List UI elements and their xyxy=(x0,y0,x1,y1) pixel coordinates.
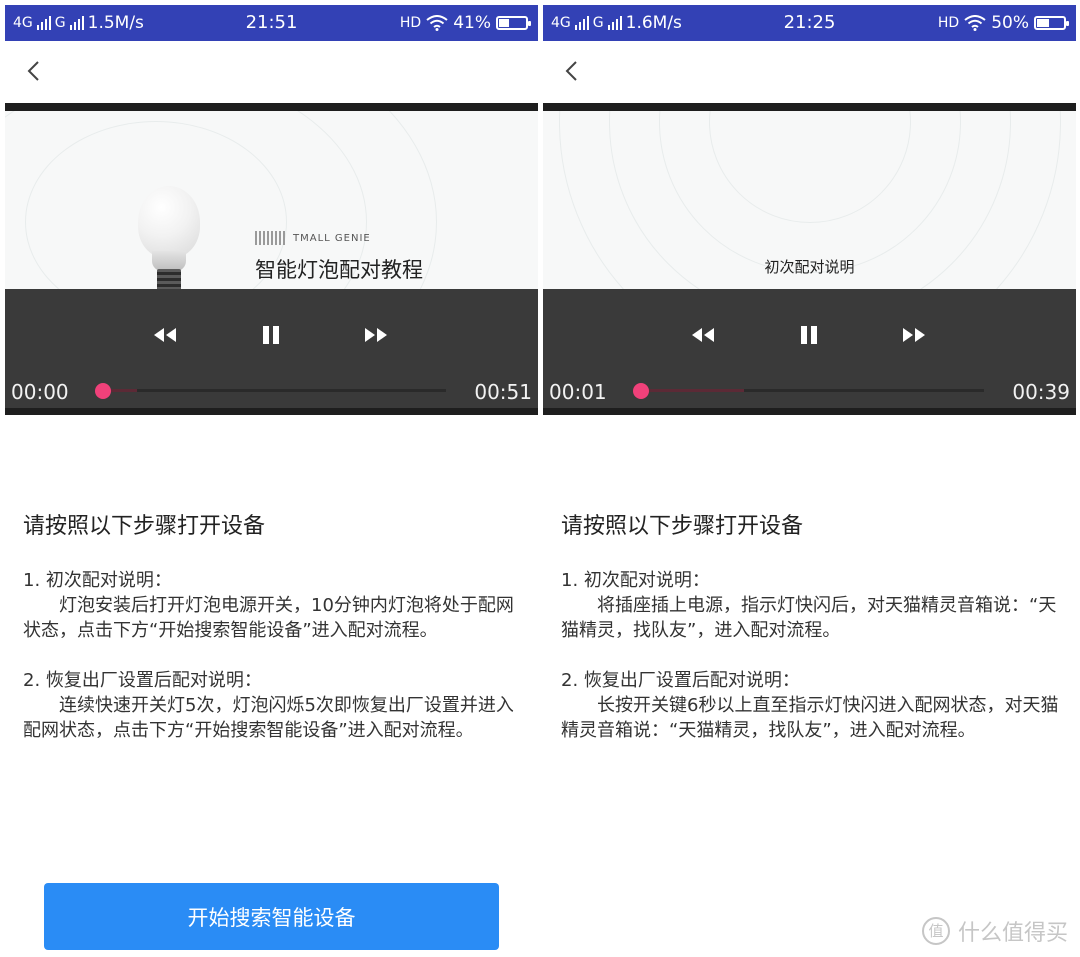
video-player[interactable]: TMALL GENIE 智能灯泡配对教程 00:00 00:51 xyxy=(5,103,538,415)
step-title: 1. 初次配对说明： xyxy=(23,570,172,591)
light-bulb-image xyxy=(138,186,200,258)
back-icon xyxy=(27,61,39,81)
duration: 00:51 xyxy=(474,380,532,404)
step-body: 连续快速开关灯5次，灯泡闪烁5次即恢复出厂设置并进入配网状态，点击下方“开始搜索… xyxy=(23,695,514,741)
rewind-icon xyxy=(154,328,176,342)
pause-icon xyxy=(801,326,817,344)
hd-badge: HD xyxy=(399,15,422,31)
right-screen: 4G G 1.6M/s 21:25 HD 50% 初次配对说明 00:01 00… xyxy=(543,0,1076,957)
system-indicators: HD 50% xyxy=(937,13,1069,33)
step-body: 灯泡安装后打开灯泡电源开关，10分钟内灯泡将处于配网状态，点击下方“开始搜索智能… xyxy=(23,595,514,641)
buffered-bar xyxy=(641,389,744,392)
navigation-bar xyxy=(5,41,538,103)
seek-handle[interactable] xyxy=(95,383,111,399)
instructions-list: 1. 初次配对说明： 将插座插上电源，指示灯快闪后，对天猫精灵音箱说：“天猫精灵… xyxy=(561,568,1061,768)
duration: 00:39 xyxy=(1012,380,1070,404)
watermark-logo-icon: 值 xyxy=(921,917,950,945)
watermark: 值 什么值得买 xyxy=(921,915,1068,947)
rewind-button[interactable] xyxy=(689,323,719,347)
step-title: 2. 恢复出厂设置后配对说明： xyxy=(561,670,800,691)
battery-icon xyxy=(1034,16,1069,30)
fast-forward-button[interactable] xyxy=(362,323,392,347)
video-frame: TMALL GENIE 智能灯泡配对教程 xyxy=(5,111,538,289)
instructions-heading: 请按照以下步骤打开设备 xyxy=(23,514,266,539)
back-icon xyxy=(565,61,577,81)
hd-badge: HD xyxy=(937,15,960,31)
system-indicators: HD 41% xyxy=(399,13,531,33)
pause-button[interactable] xyxy=(257,323,287,347)
status-bar: 4G G 1.5M/s 21:51 HD 41% xyxy=(5,5,538,41)
left-screen: 4G G 1.5M/s 21:51 HD 41% TMALL GENIE 智能灯… xyxy=(5,0,538,957)
battery-icon xyxy=(496,16,531,30)
watermark-text: 什么值得买 xyxy=(957,921,1068,946)
wifi-icon xyxy=(426,15,448,31)
video-title: 初次配对说明 xyxy=(764,258,855,276)
step-title: 2. 恢复出厂设置后配对说明： xyxy=(23,670,262,691)
battery-percent: 41% xyxy=(453,13,491,33)
fast-forward-button[interactable] xyxy=(900,323,930,347)
seek-handle[interactable] xyxy=(633,383,649,399)
playback-controls: 00:00 00:51 xyxy=(5,289,538,408)
rewind-icon xyxy=(692,328,714,342)
status-bar: 4G G 1.6M/s 21:25 HD 50% xyxy=(543,5,1076,41)
back-button[interactable] xyxy=(23,59,47,83)
start-search-button[interactable]: 开始搜索智能设备 xyxy=(44,883,499,950)
playback-controls: 00:01 00:39 xyxy=(543,289,1076,408)
current-time: 00:00 xyxy=(11,380,69,404)
list-item: 2. 恢复出厂设置后配对说明： 连续快速开关灯5次，灯泡闪烁5次即恢复出厂设置并… xyxy=(23,668,523,743)
tmall-genie-logo-icon xyxy=(255,231,287,245)
list-item: 1. 初次配对说明： 灯泡安装后打开灯泡电源开关，10分钟内灯泡将处于配网状态，… xyxy=(23,568,523,643)
navigation-bar xyxy=(543,41,1076,103)
instructions-heading: 请按照以下步骤打开设备 xyxy=(561,514,804,539)
fast-forward-icon xyxy=(365,328,387,342)
video-frame: 初次配对说明 xyxy=(543,111,1076,289)
pause-icon xyxy=(263,326,279,344)
current-time: 00:01 xyxy=(549,380,607,404)
rewind-button[interactable] xyxy=(151,323,181,347)
seek-bar[interactable] xyxy=(641,389,984,392)
brand-logo: TMALL GENIE xyxy=(255,231,371,245)
step-body: 将插座插上电源，指示灯快闪后，对天猫精灵音箱说：“天猫精灵，找队友”，进入配对流… xyxy=(561,595,1057,641)
pause-button[interactable] xyxy=(795,323,825,347)
step-body: 长按开关键6秒以上直至指示灯快闪进入配网状态，对天猫精灵音箱说：“天猫精灵，找队… xyxy=(561,695,1059,741)
instructions-list: 1. 初次配对说明： 灯泡安装后打开灯泡电源开关，10分钟内灯泡将处于配网状态，… xyxy=(23,568,523,768)
list-item: 2. 恢复出厂设置后配对说明： 长按开关键6秒以上直至指示灯快闪进入配网状态，对… xyxy=(561,668,1061,743)
brand-name: TMALL GENIE xyxy=(293,232,371,244)
fast-forward-icon xyxy=(903,328,925,342)
wifi-icon xyxy=(964,15,986,31)
battery-percent: 50% xyxy=(991,13,1029,33)
video-title: 智能灯泡配对教程 xyxy=(255,258,423,282)
list-item: 1. 初次配对说明： 将插座插上电源，指示灯快闪后，对天猫精灵音箱说：“天猫精灵… xyxy=(561,568,1061,643)
back-button[interactable] xyxy=(561,59,585,83)
seek-bar[interactable] xyxy=(103,389,446,392)
step-title: 1. 初次配对说明： xyxy=(561,570,710,591)
video-player[interactable]: 初次配对说明 00:01 00:39 xyxy=(543,103,1076,415)
